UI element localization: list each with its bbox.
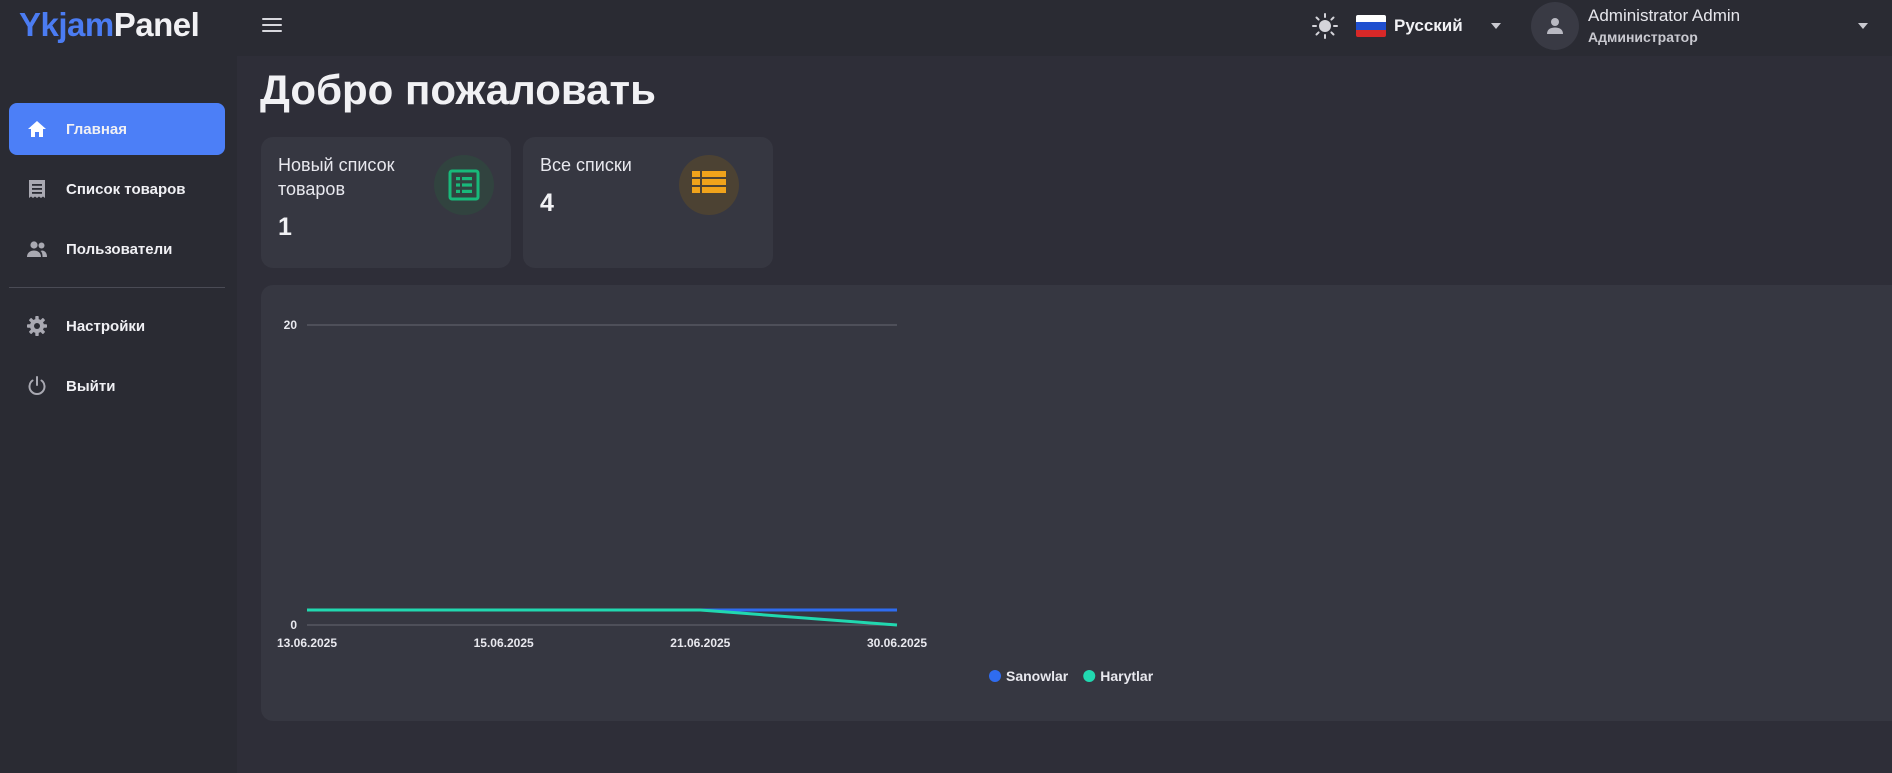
logo-part-1: Ykjam — [19, 6, 114, 43]
y-tick-label: 0 — [290, 618, 297, 632]
page-title: Добро пожаловать — [260, 66, 656, 113]
legend-marker — [1083, 670, 1096, 682]
stat-card-label: Новый список товаров — [278, 155, 395, 199]
series-line-harytlar — [307, 608, 898, 627]
line-chart: 0 20 13.06.2025 15.06.2025 21.06.2025 30.06.2… — [277, 318, 1154, 684]
russian-flag-icon — [1356, 15, 1386, 37]
app-logo[interactable]: YkjamPanel — [19, 6, 200, 44]
legend-marker — [989, 670, 1001, 682]
gear-icon — [26, 315, 48, 337]
x-tick-label: 21.06.2025 — [670, 636, 730, 650]
sidebar-item-label: Настройки — [66, 317, 146, 335]
sidebar-item-label: Главная — [66, 120, 128, 138]
receipt-icon — [26, 178, 48, 200]
x-tick-label: 15.06.2025 — [474, 636, 534, 650]
theme-toggle-sun-icon[interactable] — [1311, 12, 1339, 40]
sidebar-item-settings[interactable]: Настройки — [9, 300, 225, 352]
y-tick-label: 20 — [284, 318, 298, 332]
stat-card-label: Все списки — [540, 155, 632, 175]
logo-part-2: Panel — [113, 6, 200, 43]
user-menu[interactable]: Administrator Admin Администратор — [1531, 0, 1892, 52]
list-alt-icon — [434, 155, 494, 215]
sidebar-item-users[interactable]: Пользователи — [9, 223, 225, 275]
sidebar-divider — [9, 287, 225, 288]
stat-card-new-list[interactable]: Новый список товаров 1 — [261, 137, 511, 268]
sidebar-item-label: Пользователи — [66, 240, 173, 258]
stat-card-value: 1 — [278, 213, 292, 241]
sidebar-item-label: Список товаров — [66, 180, 186, 198]
avatar — [1531, 2, 1579, 50]
sidebar-item-logout[interactable]: Выйти — [9, 360, 225, 412]
language-label: Русский — [1394, 16, 1463, 35]
power-icon — [26, 375, 48, 397]
chart-card: 0 20 13.06.2025 15.06.2025 21.06.2025 30.06.2… — [261, 285, 1892, 721]
stat-card-value: 4 — [540, 189, 554, 217]
legend-label: Sanowlar — [1006, 668, 1069, 684]
user-icon — [1547, 18, 1563, 34]
users-icon — [26, 238, 48, 260]
user-chevron-down-icon[interactable] — [1858, 23, 1868, 29]
language-selector[interactable]: Русский — [1356, 13, 1463, 39]
language-chevron-down-icon[interactable] — [1491, 23, 1501, 29]
top-header: YkjamPanel Русский Administrator Admin А… — [0, 0, 1892, 56]
sidebar-item-label: Выйти — [66, 377, 116, 395]
list-icon — [679, 155, 739, 215]
home-icon — [26, 118, 48, 140]
x-tick-label: 13.06.2025 — [277, 636, 337, 650]
sidebar: Главная Список товаров Пользователи Наст… — [0, 56, 237, 773]
sidebar-item-home[interactable]: Главная — [9, 103, 225, 155]
stat-card-all-lists[interactable]: Все списки 4 — [523, 137, 773, 268]
user-name: Administrator Admin — [1588, 6, 1741, 25]
sidebar-item-product-list[interactable]: Список товаров — [9, 163, 225, 215]
user-role: Администратор — [1588, 29, 1698, 45]
legend-label: Harytlar — [1100, 668, 1153, 684]
x-tick-label: 30.06.2025 — [867, 636, 927, 650]
menu-toggle-icon[interactable] — [262, 15, 284, 35]
